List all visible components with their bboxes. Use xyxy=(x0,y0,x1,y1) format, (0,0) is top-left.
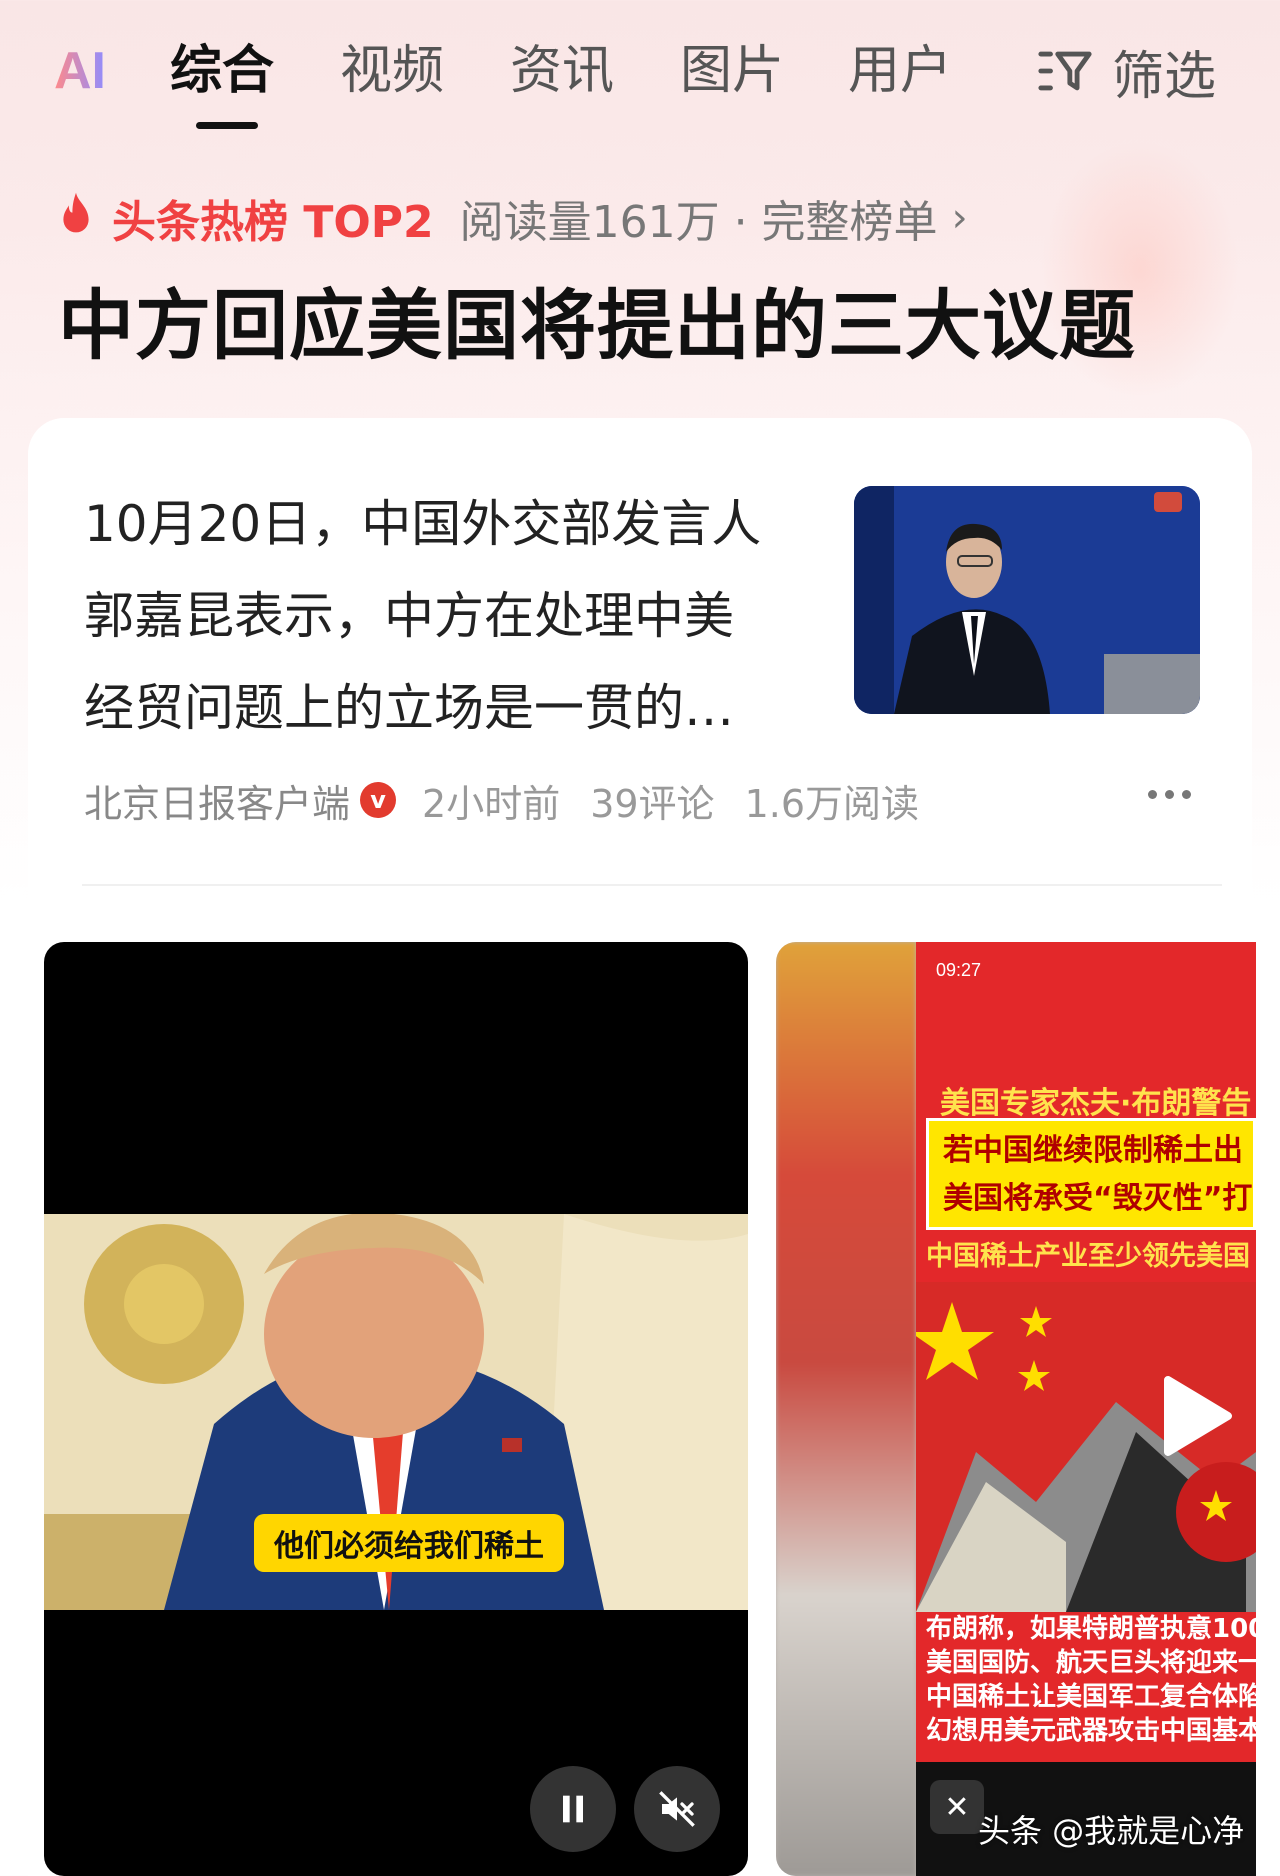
tab-images[interactable]: 图片 xyxy=(680,36,784,106)
hot-list-meta[interactable]: 阅读量161万 · 完整榜单 xyxy=(460,186,938,250)
video-body-text: 布朗称，如果特朗普执意100 美国国防、航天巨头将迎来一 中国稀土让美国军工复合… xyxy=(926,1612,1256,1746)
video-body-line: 美国国防、航天巨头将迎来一 xyxy=(926,1648,1256,1678)
play-icon[interactable] xyxy=(1144,1368,1240,1464)
verified-badge-icon: v xyxy=(360,782,397,818)
active-tab-underline xyxy=(196,122,258,129)
pause-icon xyxy=(563,1795,583,1823)
status-bar-time: 09:27 xyxy=(936,960,982,980)
flame-icon xyxy=(63,192,89,233)
filter-icon xyxy=(1038,51,1092,91)
pause-button[interactable] xyxy=(530,1766,616,1852)
video-body-line: 幻想用美元武器攻击中国基本 xyxy=(926,1716,1256,1746)
video-headline-box: 若中国继续限制稀土出 美国将承受“毁灭性”打 xyxy=(926,1118,1256,1230)
video-body-line: 中国稀土让美国军工复合体陷 xyxy=(926,1682,1256,1712)
filter-label: 筛选 xyxy=(1112,46,1217,107)
tab-comprehensive[interactable]: 综合 xyxy=(170,36,274,106)
publish-time: 2小时前 xyxy=(422,781,561,826)
hot-list-banner[interactable]: 头条热榜 TOP2 阅读量161万 · 完整榜单 › xyxy=(54,186,968,250)
video-headline-line: 若中国继续限制稀土出 xyxy=(943,1133,1243,1168)
video-subtitle-line: 中国稀土产业至少领先美国 xyxy=(926,1241,1250,1272)
video-card-primary[interactable]: 他们必须给我们稀土 xyxy=(44,942,748,1876)
read-count: 1.6万阅读 xyxy=(744,781,919,826)
search-tab-bar: AI 综合 视频 资讯 图片 用户 筛选 xyxy=(0,0,1280,140)
article-line: 经贸问题上的立场是一贯的… xyxy=(84,679,734,737)
spokesperson-photo xyxy=(854,486,1200,714)
watermark: 头条 @我就是心净 xyxy=(978,1812,1245,1850)
filter-button[interactable]: 筛选 xyxy=(1036,36,1217,107)
blurred-background xyxy=(776,942,916,1876)
topic-headline[interactable]: 中方回应美国将提出的三大议题 xyxy=(58,278,1136,374)
divider xyxy=(82,884,1222,886)
comment-count: 39评论 xyxy=(590,781,715,826)
close-icon[interactable]: ✕ xyxy=(930,1780,984,1834)
ai-tab[interactable]: AI xyxy=(54,36,106,106)
video-headline-line: 美国将承受“毁灭性”打 xyxy=(943,1181,1253,1216)
article-byline: 北京日报客户端 v 2小时前 39评论 1.6万阅读 xyxy=(84,768,919,832)
tab-video[interactable]: 视频 xyxy=(340,36,444,106)
article-line: 郭嘉昆表示，中方在处理中美 xyxy=(84,587,734,645)
article-thumbnail[interactable] xyxy=(854,486,1200,714)
more-options-icon[interactable] xyxy=(1148,790,1191,799)
source-name[interactable]: 北京日报客户端 xyxy=(84,773,350,828)
video-body-line: 布朗称，如果特朗普执意100 xyxy=(926,1614,1256,1644)
tab-users[interactable]: 用户 xyxy=(848,36,952,106)
article-line: 10月20日，中国外交部发言人 xyxy=(84,495,762,553)
mute-button[interactable] xyxy=(634,1766,720,1852)
chevron-right-icon: › xyxy=(951,195,968,241)
video-subtitle: 他们必须给我们稀土 xyxy=(254,1514,564,1572)
video-title-line: 美国专家杰夫·布朗警告 xyxy=(940,1086,1252,1121)
article-snippet[interactable]: 10月20日，中国外交部发言人 郭嘉昆表示，中方在处理中美 经贸问题上的立场是一… xyxy=(84,478,844,754)
hot-list-rank: 头条热榜 TOP2 xyxy=(112,197,434,248)
video-card-secondary[interactable]: 09:27 美国专家杰夫·布朗警告 若中国继续限制稀土出 美国将承受“毁灭性”打… xyxy=(776,942,1256,1876)
muted-speaker-icon xyxy=(659,1791,695,1827)
video-phone-frame: 09:27 美国专家杰夫·布朗警告 若中国继续限制稀土出 美国将承受“毁灭性”打… xyxy=(916,942,1256,1876)
tab-news[interactable]: 资讯 xyxy=(510,36,614,106)
